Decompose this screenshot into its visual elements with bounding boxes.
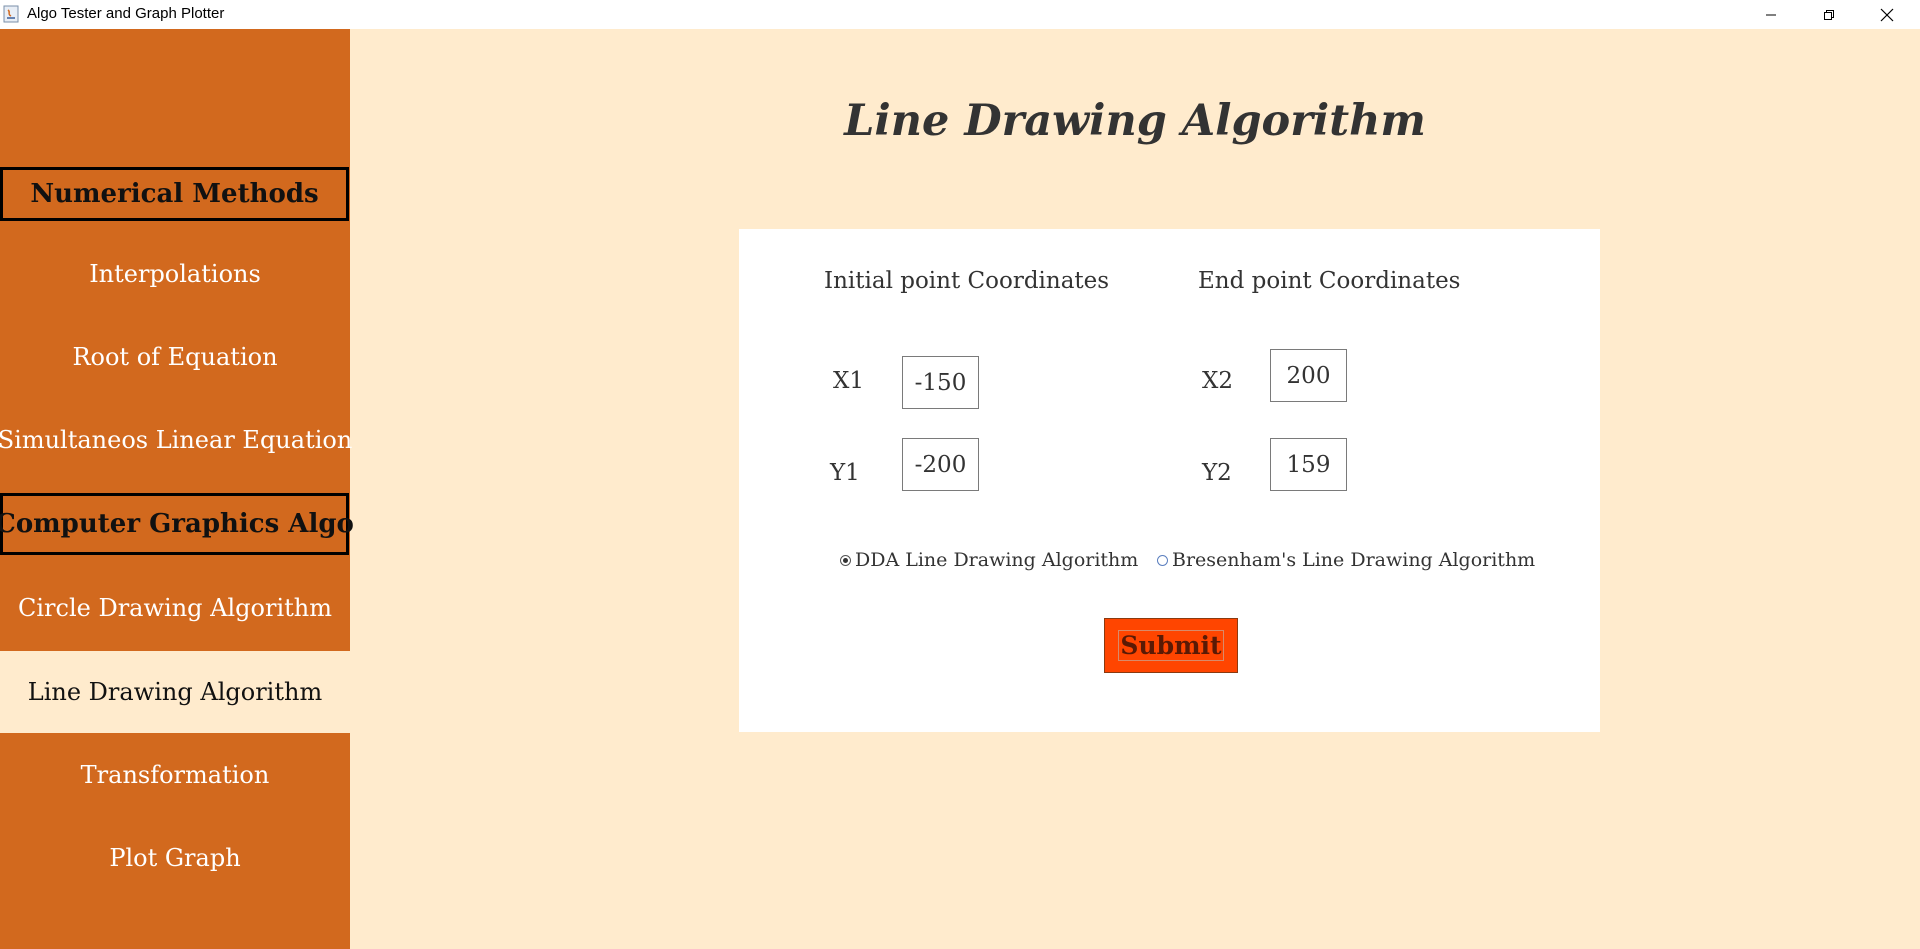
minimize-icon [1766, 14, 1776, 15]
close-button[interactable] [1858, 0, 1916, 29]
sidebar-item-label: Circle Drawing Algorithm [18, 594, 332, 622]
y1-label: Y1 [830, 460, 860, 486]
dda-radio-label: DDA Line Drawing Algorithm [855, 549, 1139, 571]
x1-field[interactable]: -150 [902, 356, 979, 409]
sidebar-header-computer-graphics-algo: Computer Graphics Algo [0, 493, 354, 555]
sidebar-item-label: Interpolations [89, 260, 261, 288]
sidebar-header-label: Numerical Methods [30, 179, 319, 209]
y1-field[interactable]: -200 [902, 438, 979, 491]
sidebar-item-line-drawing[interactable]: Line Drawing Algorithm [0, 651, 350, 733]
close-icon [1880, 8, 1894, 21]
sidebar-item-root-of-equation[interactable]: Root of Equation [0, 331, 350, 383]
window-title: Algo Tester and Graph Plotter [27, 5, 225, 22]
submit-button-label: Submit [1118, 630, 1224, 661]
restore-button[interactable] [1800, 0, 1858, 29]
minimize-button[interactable] [1742, 0, 1800, 29]
sidebar-item-label: Plot Graph [109, 844, 241, 872]
initial-point-heading: Initial point Coordinates [824, 268, 1110, 294]
sidebar-item-label: Simultaneos Linear Equation [0, 426, 353, 454]
bresenham-radio-label: Bresenham's Line Drawing Algorithm [1172, 549, 1536, 571]
java-app-icon [3, 5, 19, 23]
sidebar-item-simultaneous-linear-equation[interactable]: Simultaneos Linear Equation [0, 414, 353, 466]
bresenham-radio-option[interactable]: Bresenham's Line Drawing Algorithm [1157, 549, 1535, 571]
restore-icon [1824, 9, 1834, 20]
x2-field[interactable]: 200 [1270, 349, 1347, 402]
sidebar-item-label: Root of Equation [72, 343, 278, 371]
end-point-heading: End point Coordinates [1198, 268, 1461, 294]
sidebar-item-label: Transformation [80, 761, 270, 789]
y2-field[interactable]: 159 [1270, 438, 1347, 491]
sidebar-header-label: Computer Graphics Algo [0, 509, 354, 539]
x1-label: X1 [833, 368, 865, 394]
sidebar: Numerical Methods Interpolations Root of… [0, 29, 354, 949]
sidebar-item-transformation[interactable]: Transformation [0, 749, 350, 801]
sidebar-item-plot-graph[interactable]: Plot Graph [0, 832, 350, 884]
y2-label: Y2 [1202, 460, 1232, 486]
sidebar-item-label: Line Drawing Algorithm [27, 678, 323, 706]
page-title: Line Drawing Algorithm [844, 96, 1426, 146]
sidebar-item-interpolations[interactable]: Interpolations [0, 248, 350, 300]
sidebar-item-circle-drawing[interactable]: Circle Drawing Algorithm [0, 582, 350, 634]
radio-unchecked-icon[interactable] [1157, 554, 1168, 566]
submit-button[interactable]: Submit [1104, 618, 1238, 673]
window-titlebar: Algo Tester and Graph Plotter [0, 0, 1920, 29]
radio-checked-icon[interactable] [840, 554, 851, 566]
x2-label: X2 [1202, 368, 1234, 394]
sidebar-header-numerical-methods: Numerical Methods [0, 167, 349, 221]
dda-radio-option[interactable]: DDA Line Drawing Algorithm [840, 549, 1138, 571]
